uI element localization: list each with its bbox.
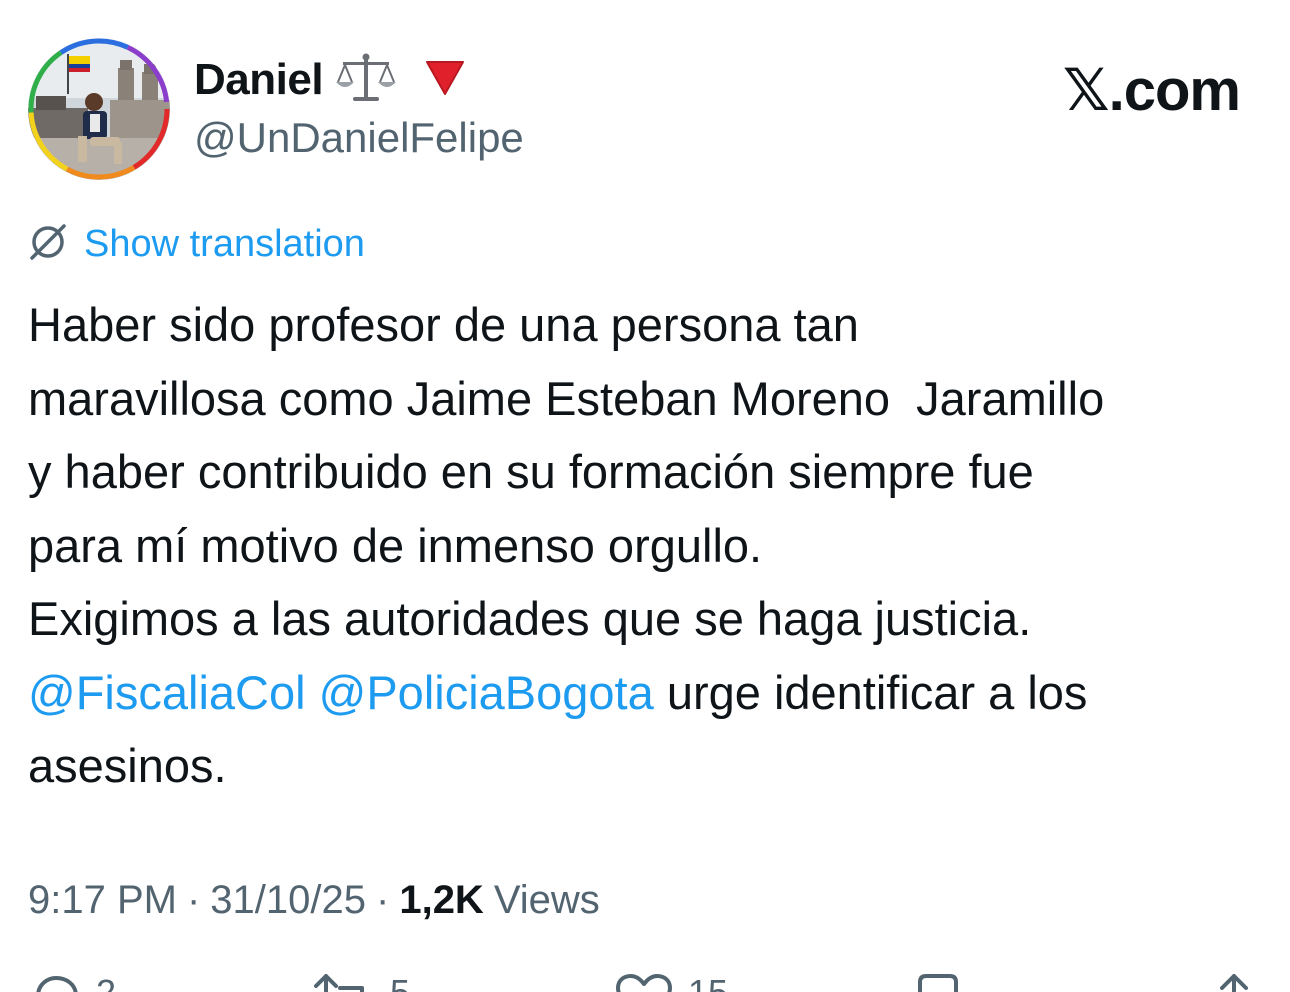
heart-icon	[614, 972, 674, 992]
scales-icon	[335, 52, 397, 109]
globe-slash-icon	[26, 220, 70, 269]
tweet-line-mentions: @FiscaliaCol @PoliciaBogota urge identif…	[28, 656, 1268, 730]
views-count: 1,2K	[399, 877, 484, 922]
author-handle[interactable]: @UnDanielFelipe	[194, 114, 524, 162]
tweet-line: y haber contribuido en su formación siem…	[28, 445, 1034, 498]
red-triangle-icon	[423, 58, 467, 103]
like-count: 15	[688, 972, 728, 992]
views-label: Views	[493, 877, 600, 922]
show-translation-row[interactable]: Show translation	[26, 220, 365, 268]
tweet-line: para mí motivo de inmenso orgullo.	[28, 518, 763, 572]
tweet-line: Haber sido profesor de una persona tan	[28, 298, 859, 351]
retweet-count: 5	[390, 972, 410, 992]
tweet-meta: 9:17 PM · 31/10/25 · 1,2K Views	[28, 874, 600, 926]
tweet-actions: 2 5 15	[0, 962, 1290, 992]
mention-policiabogota-link[interactable]: @PoliciaBogota	[319, 666, 654, 719]
show-translation-link[interactable]: Show translation	[84, 223, 365, 266]
reply-button[interactable]: 2	[30, 972, 116, 992]
tweet-date[interactable]: 31/10/25	[210, 878, 366, 923]
share-button[interactable]	[1208, 972, 1260, 992]
display-name[interactable]: Daniel	[194, 55, 324, 105]
bookmark-icon	[914, 972, 962, 992]
tweet-line: maravillosa como Jaime Esteban Moreno Ja…	[28, 371, 1105, 425]
x-brand-logo: 𝕏.com	[1062, 58, 1241, 123]
tweet-time[interactable]: 9:17 PM	[28, 878, 177, 923]
author-name-row[interactable]: Daniel	[194, 52, 467, 108]
tweet-line: asesinos.	[28, 739, 227, 792]
mention-fiscaliacol-link[interactable]: @FiscaliaCol	[28, 666, 306, 719]
like-button[interactable]: 15	[614, 972, 728, 992]
avatar[interactable]	[28, 38, 170, 180]
meta-separator: ·	[186, 877, 201, 922]
reply-count: 2	[96, 972, 116, 992]
share-icon	[1208, 972, 1260, 992]
avatar-image	[28, 38, 170, 180]
tweet-text: Haber sido profesor de una persona tan m…	[28, 288, 1268, 803]
retweet-button[interactable]: 5	[312, 972, 410, 992]
bookmark-button[interactable]	[914, 972, 962, 992]
meta-separator: ·	[376, 877, 390, 922]
retweet-icon	[312, 972, 376, 992]
tweet-line-rest: urge identificar a los	[653, 665, 1088, 719]
tweet-line: Exigimos a las autoridades que se haga j…	[28, 592, 1032, 645]
reply-icon	[30, 972, 82, 992]
